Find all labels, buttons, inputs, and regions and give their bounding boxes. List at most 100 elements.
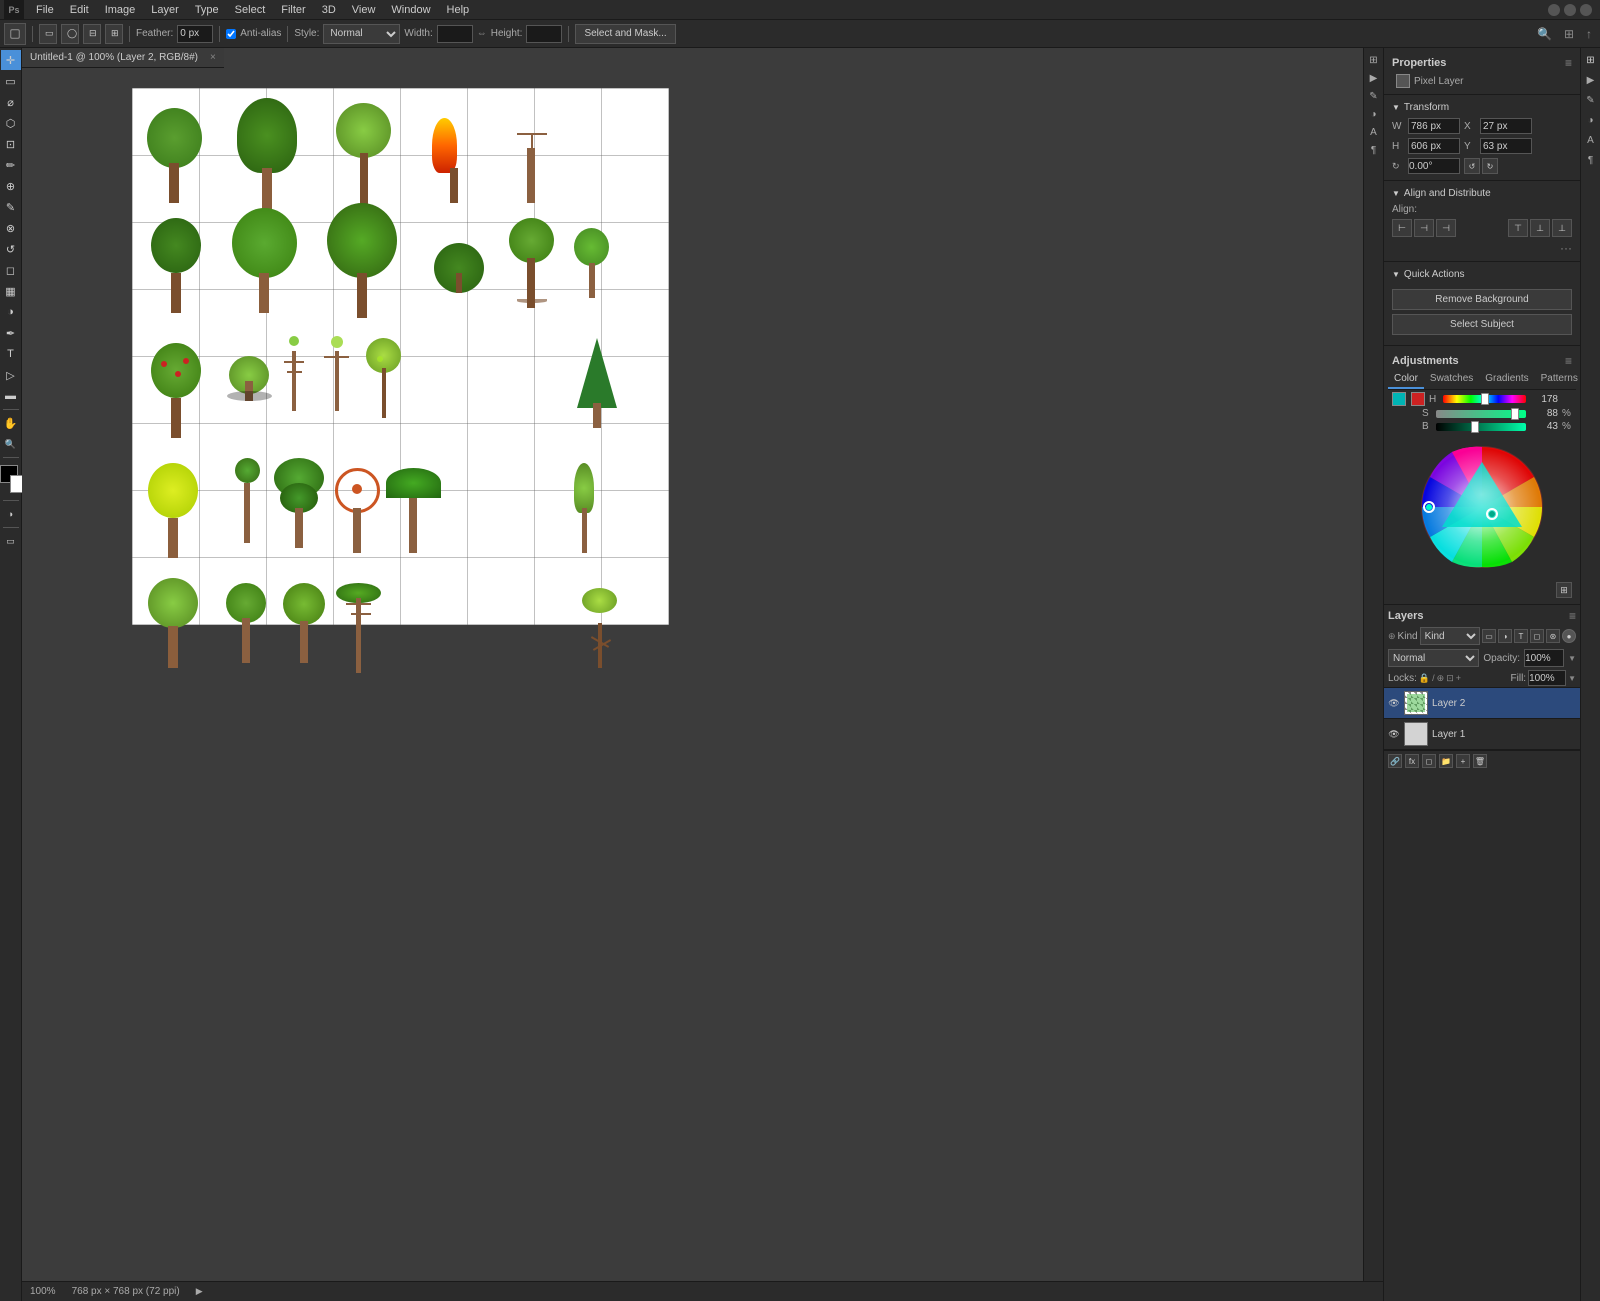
select-mask-btn[interactable]: Select and Mask...: [575, 24, 675, 44]
cyan-swatch[interactable]: [1392, 392, 1406, 406]
properties-more-btn[interactable]: ≡: [1565, 56, 1572, 70]
lock-pixel-icon[interactable]: /: [1432, 673, 1435, 683]
align-center-v-btn[interactable]: ⊥: [1530, 219, 1550, 237]
align-bottom-btn[interactable]: ⊥: [1552, 219, 1572, 237]
w-input[interactable]: [1408, 118, 1460, 134]
color-wheel[interactable]: [1417, 442, 1547, 572]
pen-tool[interactable]: ✒: [1, 323, 21, 343]
menu-type[interactable]: Type: [187, 2, 227, 18]
gradient-tool[interactable]: ▦: [1, 281, 21, 301]
text-filter-icon[interactable]: T: [1514, 629, 1528, 643]
layer-effect-icon[interactable]: fx: [1405, 754, 1419, 768]
width-input[interactable]: [437, 25, 473, 43]
swap-wh-icon[interactable]: ⇔: [477, 28, 487, 39]
menu-view[interactable]: View: [344, 2, 384, 18]
spot-heal-tool[interactable]: ⊕: [1, 176, 21, 196]
align-more-btn[interactable]: ···: [1560, 241, 1572, 255]
zoom-tool[interactable]: 🔍: [1, 434, 21, 454]
align-right-btn[interactable]: ⊣: [1436, 219, 1456, 237]
panel-brush-icon[interactable]: ✎: [1583, 92, 1599, 108]
layer-delete-icon[interactable]: 🗑: [1473, 754, 1487, 768]
layer-row-1[interactable]: 👁 Layer 1: [1384, 719, 1580, 750]
lock-position-icon[interactable]: ⊕: [1437, 673, 1445, 684]
clone-tool[interactable]: ⊗: [1, 218, 21, 238]
status-arrow[interactable]: ▶: [196, 1286, 203, 1297]
sat-slider-track[interactable]: [1436, 410, 1526, 418]
shape-tool[interactable]: ▬: [1, 386, 21, 406]
paragraph-icon[interactable]: ¶: [1366, 142, 1382, 158]
align-header[interactable]: ▼ Align and Distribute: [1388, 185, 1576, 202]
layer-row-2[interactable]: 👁 Layer 2: [1384, 688, 1580, 719]
tab-patterns[interactable]: Patterns: [1535, 370, 1580, 389]
panel-timeline-icon[interactable]: ▶: [1583, 72, 1599, 88]
layer-filter-toggle[interactable]: ●: [1562, 629, 1576, 643]
close-btn[interactable]: [1580, 4, 1592, 16]
bright-slider-track[interactable]: [1436, 423, 1526, 431]
blend-mode-select[interactable]: Normal Multiply Screen: [1388, 649, 1479, 667]
feather-input[interactable]: [177, 25, 213, 43]
text-tool[interactable]: T: [1, 344, 21, 364]
lasso-tool[interactable]: ⌀: [1, 92, 21, 112]
char-icon[interactable]: A: [1366, 124, 1382, 140]
menu-window[interactable]: Window: [383, 2, 438, 18]
panel-para-icon[interactable]: ¶: [1583, 152, 1599, 168]
quick-mask-tool[interactable]: ◑: [1, 504, 21, 524]
pixel-filter-icon[interactable]: ▭: [1482, 629, 1496, 643]
rect-select-icon[interactable]: ▭: [39, 24, 57, 44]
layout-icon[interactable]: ⊞: [1560, 27, 1578, 41]
menu-filter[interactable]: Filter: [273, 2, 313, 18]
transform-header[interactable]: ▼ Transform: [1388, 99, 1576, 116]
menu-edit[interactable]: Edit: [62, 2, 97, 18]
lock-move-icon[interactable]: +: [1456, 673, 1461, 683]
select-subject-btn[interactable]: Select Subject: [1392, 314, 1572, 335]
layers-more-btn[interactable]: ≡: [1569, 609, 1576, 623]
align-left-btn[interactable]: ⊢: [1392, 219, 1412, 237]
shape-filter-icon[interactable]: ◻: [1530, 629, 1544, 643]
crop-tool[interactable]: ⊡: [1, 134, 21, 154]
y-input[interactable]: [1480, 138, 1532, 154]
dodge-tool[interactable]: ◑: [1, 302, 21, 322]
menu-layer[interactable]: Layer: [143, 2, 187, 18]
menu-select[interactable]: Select: [227, 2, 274, 18]
opacity-arrow[interactable]: ▼: [1568, 654, 1576, 663]
menu-3d[interactable]: 3D: [314, 2, 344, 18]
layer-kind-select[interactable]: Kind: [1420, 627, 1480, 645]
adjustments-icon[interactable]: ◑: [1366, 106, 1382, 122]
layer-1-visibility[interactable]: 👁: [1388, 728, 1400, 740]
history-brush-tool[interactable]: ↺: [1, 239, 21, 259]
ellipse-select-icon[interactable]: ◯: [61, 24, 79, 44]
tool-presets-btn[interactable]: [4, 23, 26, 45]
style-select[interactable]: Normal Fixed Ratio Fixed Size: [323, 24, 400, 44]
share-icon[interactable]: ↑: [1582, 27, 1596, 41]
remove-background-btn[interactable]: Remove Background: [1392, 289, 1572, 310]
properties-icon[interactable]: ⊞: [1366, 52, 1382, 68]
menu-file[interactable]: File: [28, 2, 62, 18]
play-icon[interactable]: ▶: [1366, 70, 1382, 86]
h-input[interactable]: [1408, 138, 1460, 154]
hand-tool[interactable]: ✋: [1, 413, 21, 433]
canvas-tab-close[interactable]: ×: [210, 52, 216, 63]
screen-mode-tool[interactable]: ▭: [1, 531, 21, 551]
fill-arrow[interactable]: ▼: [1568, 674, 1576, 683]
height-input[interactable]: [526, 25, 562, 43]
brush-tool[interactable]: ✎: [1, 197, 21, 217]
photoshop-canvas[interactable]: [132, 88, 669, 625]
rotate-ccw-btn[interactable]: ↺: [1464, 158, 1480, 174]
opacity-input[interactable]: [1524, 649, 1564, 667]
single-row-icon[interactable]: ⊟: [83, 24, 101, 44]
tab-color[interactable]: Color: [1388, 370, 1424, 389]
menu-image[interactable]: Image: [97, 2, 144, 18]
artboard-tool[interactable]: ▭: [1, 71, 21, 91]
color-palette-expand-btn[interactable]: ⊞: [1556, 582, 1572, 598]
eraser-tool[interactable]: ◻: [1, 260, 21, 280]
panel-adj-icon[interactable]: ◑: [1583, 112, 1599, 128]
minimize-btn[interactable]: [1548, 4, 1560, 16]
red-swatch[interactable]: [1411, 392, 1425, 406]
panel-properties-icon[interactable]: ⊞: [1583, 52, 1599, 68]
fill-input[interactable]: [1528, 670, 1566, 686]
x-input[interactable]: [1480, 118, 1532, 134]
menu-help[interactable]: Help: [439, 2, 478, 18]
tab-swatches[interactable]: Swatches: [1424, 370, 1479, 389]
path-select-tool[interactable]: ▷: [1, 365, 21, 385]
layer-2-visibility[interactable]: 👁: [1388, 697, 1400, 709]
